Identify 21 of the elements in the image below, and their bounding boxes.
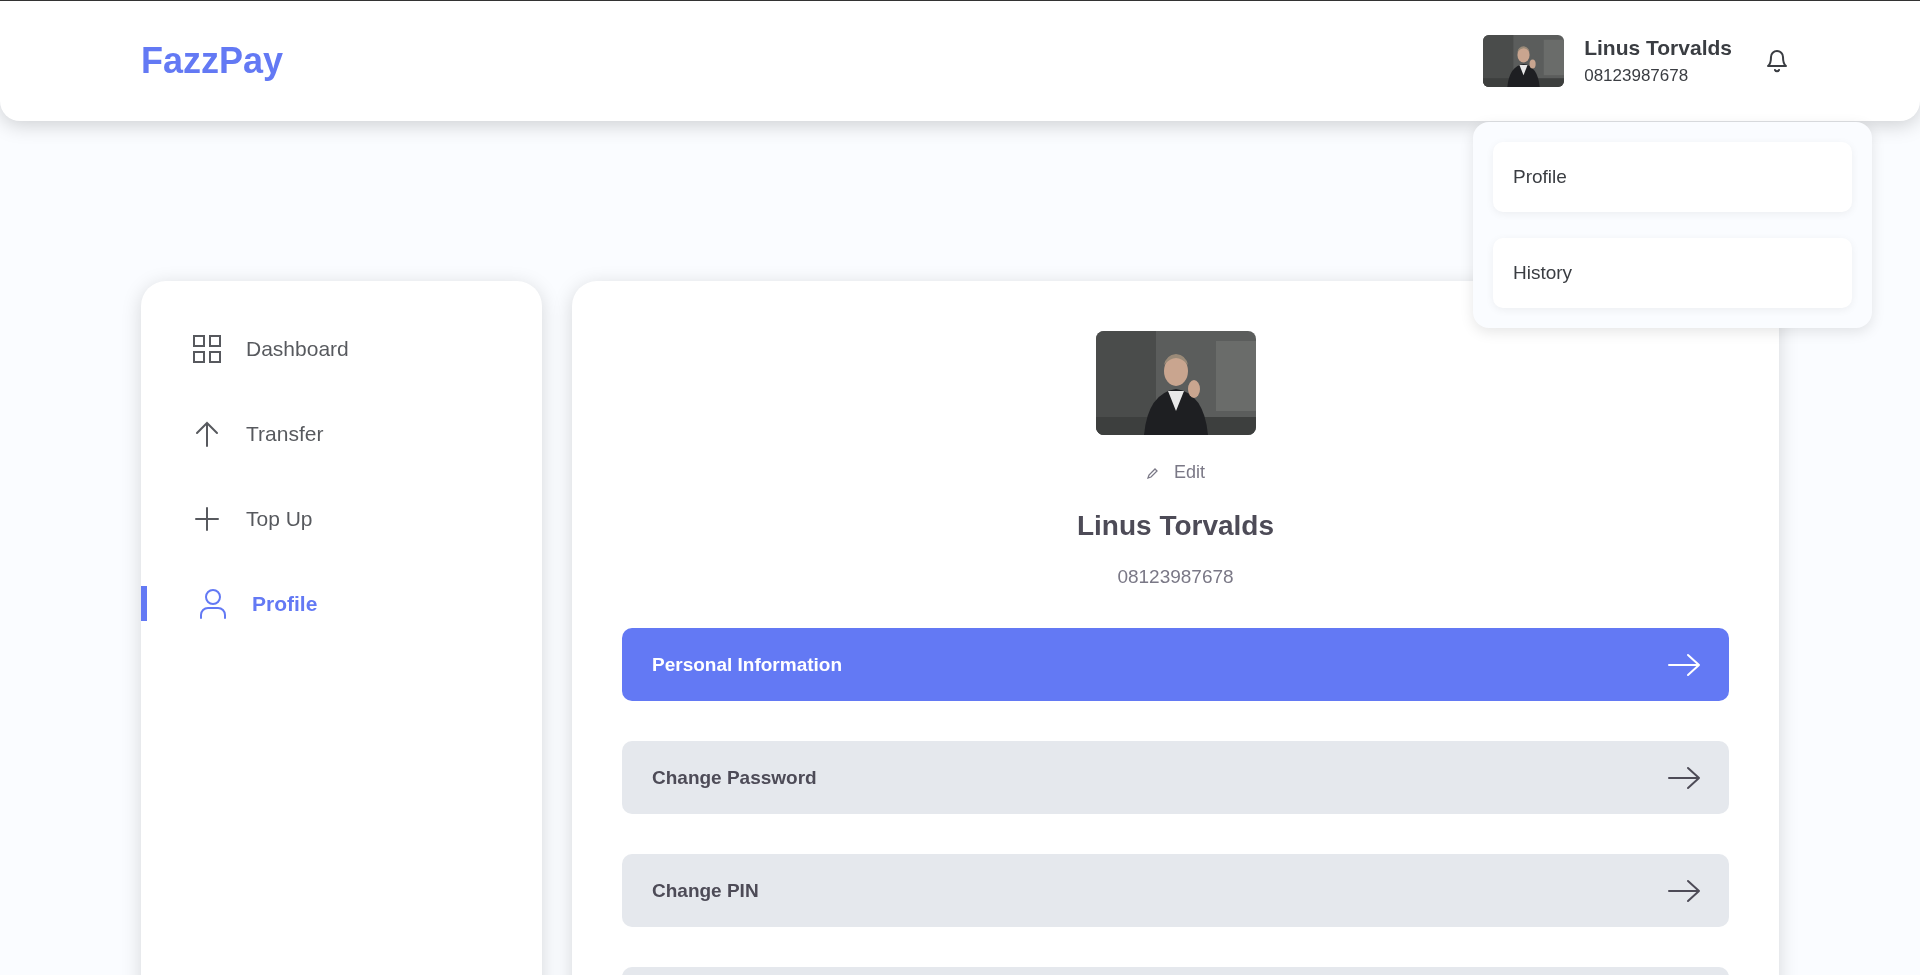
- profile-phone: 08123987678: [1117, 566, 1234, 588]
- sidebar-item[interactable]: Top Up: [141, 501, 542, 536]
- edit-button[interactable]: Edit: [1140, 461, 1211, 484]
- user-phone: 08123987678: [1584, 66, 1690, 86]
- arrow-right-icon: [1667, 765, 1701, 790]
- profile-menu-item[interactable]: Change Password: [622, 741, 1729, 814]
- sidebar-item[interactable]: Dashboard: [141, 331, 542, 366]
- profile-name: Linus Torvalds: [1076, 510, 1275, 542]
- dropdown-item[interactable]: History: [1493, 238, 1852, 308]
- profile-menu-item[interactable]: Personal Information: [622, 628, 1729, 701]
- notification-icon[interactable]: [1764, 47, 1790, 75]
- user-name: Linus Torvalds: [1584, 36, 1732, 60]
- logo[interactable]: FazzPay: [141, 40, 284, 82]
- sidebar-item[interactable]: Transfer: [141, 416, 542, 451]
- dropdown-item[interactable]: Profile: [1493, 142, 1852, 212]
- user-icon: [198, 587, 228, 620]
- grid-icon: [192, 333, 222, 364]
- arrow-right-icon: [1667, 878, 1701, 903]
- profile-menu-item[interactable]: Change PIN: [622, 854, 1729, 927]
- arrow-right-icon: [1667, 652, 1701, 677]
- sidebar-item[interactable]: Profile: [141, 586, 542, 621]
